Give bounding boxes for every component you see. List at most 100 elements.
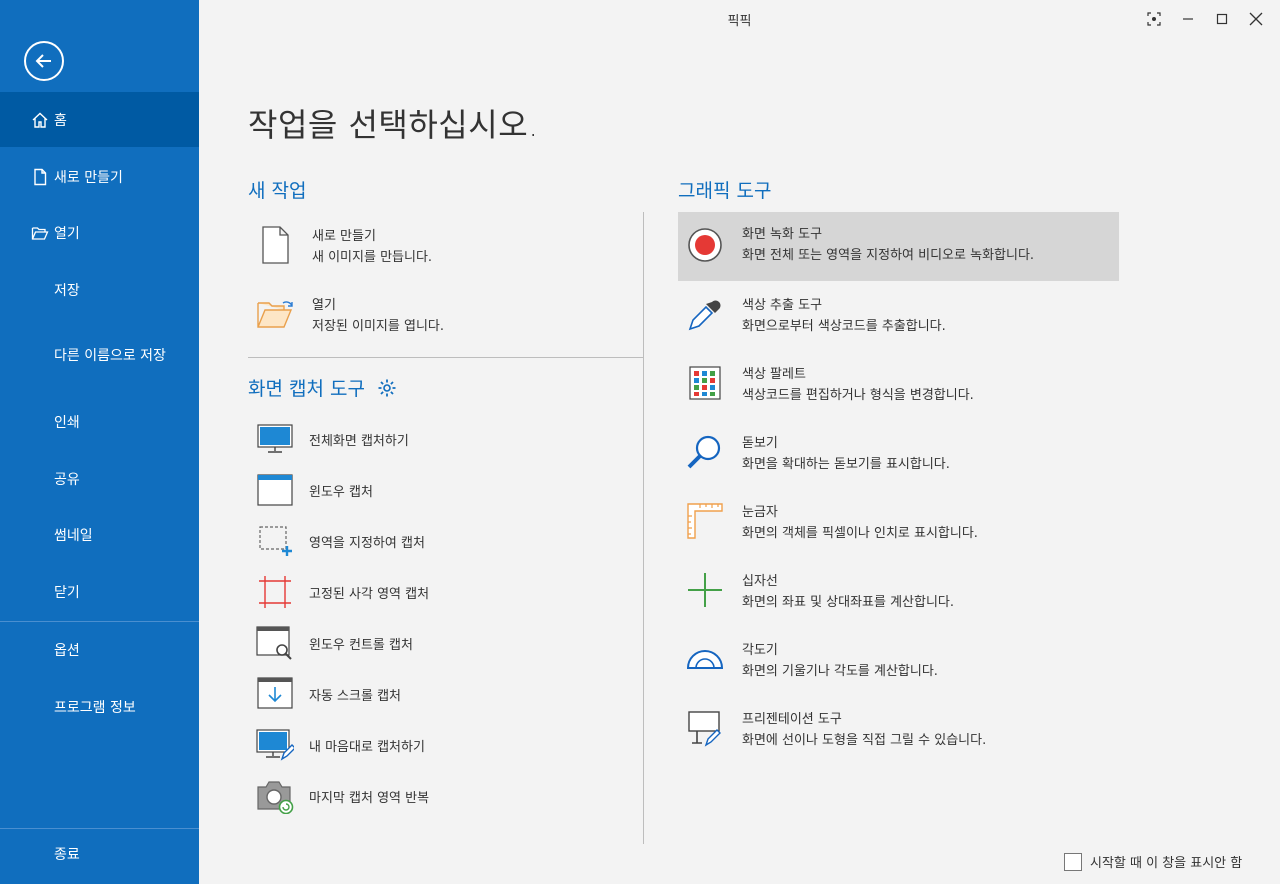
document-icon xyxy=(256,226,294,264)
back-button[interactable] xyxy=(24,41,64,81)
tool-name: 프리젠테이션 도구 xyxy=(742,712,842,727)
monitor-pen-icon xyxy=(256,728,294,762)
capture-window-control[interactable]: 윈도우 컨트롤 캡처 xyxy=(256,626,413,660)
capture-label: 내 마음대로 캡처하기 xyxy=(309,739,425,755)
tool-protractor[interactable]: 각도기 화면의 기울기나 각도를 계산합니다. xyxy=(686,640,1116,682)
sidebar-item-save-as[interactable]: 다른 이름으로 저장 xyxy=(0,328,199,382)
capture-region[interactable]: 영역을 지정하여 캡처 xyxy=(256,524,425,558)
capture-icon xyxy=(1147,12,1161,26)
capture-label: 윈도우 캡처 xyxy=(309,484,373,500)
capture-label: 전체화면 캡처하기 xyxy=(309,433,409,449)
folder-open-icon xyxy=(256,295,294,333)
capture-label: 마지막 캡처 영역 반복 xyxy=(309,790,430,806)
sidebar-item-options[interactable]: 옵션 xyxy=(0,623,199,677)
document-icon xyxy=(31,168,49,186)
fixed-region-icon xyxy=(256,575,294,609)
task-new-image[interactable]: 새로 만들기 새 이미지를 만듭니다. xyxy=(256,226,636,268)
tool-desc: 화면에 선이나 도형을 직접 그릴 수 있습니다. xyxy=(742,733,987,748)
capture-freehand[interactable]: 내 마음대로 캡처하기 xyxy=(256,728,425,762)
sidebar-item-label: 인쇄 xyxy=(54,415,80,431)
task-name: 새로 만들기 xyxy=(312,229,376,244)
minimize-button[interactable] xyxy=(1177,8,1199,30)
task-desc: 저장된 이미지를 엽니다. xyxy=(312,319,444,334)
tool-desc: 화면으로부터 색상코드를 추출합니다. xyxy=(742,319,946,334)
sidebar-item-label: 다른 이름으로 저장 xyxy=(54,348,166,364)
tool-magnifier[interactable]: 돋보기 화면을 확대하는 돋보기를 표시합니다. xyxy=(686,433,1116,475)
tool-name: 눈금자 xyxy=(742,505,778,520)
startup-checkbox-label: 시작할 때 이 창을 표시안 함 xyxy=(1090,856,1243,871)
gear-icon[interactable] xyxy=(377,378,397,398)
task-name: 열기 xyxy=(312,298,336,313)
palette-grid-icon xyxy=(686,364,724,402)
tool-color-palette[interactable]: 색상 팔레트 색상코드를 편집하거나 형식을 변경합니다. xyxy=(686,364,1116,406)
capture-window[interactable]: 윈도우 캡처 xyxy=(256,473,373,507)
capture-fixed-region[interactable]: 고정된 사각 영역 캡처 xyxy=(256,575,429,609)
tool-name: 각도기 xyxy=(742,643,778,658)
tool-presentation[interactable]: 프리젠테이션 도구 화면에 선이나 도형을 직접 그릴 수 있습니다. xyxy=(686,709,1116,751)
region-select-icon xyxy=(256,524,294,558)
sidebar-item-label: 홈 xyxy=(54,112,67,129)
sidebar-item-label: 프로그램 정보 xyxy=(54,700,136,716)
sidebar-item-label: 닫기 xyxy=(54,585,80,601)
tool-crosshair[interactable]: 십자선 화면의 좌표 및 상대좌표를 계산합니다. xyxy=(686,571,1116,613)
scroll-down-icon xyxy=(256,677,294,711)
sidebar-item-label: 저장 xyxy=(54,283,80,299)
camera-repeat-icon xyxy=(256,779,294,814)
eyedropper-icon xyxy=(686,295,724,333)
sidebar-item-share[interactable]: 공유 xyxy=(0,452,199,506)
capture-label: 윈도우 컨트롤 캡처 xyxy=(309,637,413,653)
maximize-button[interactable] xyxy=(1211,8,1233,30)
task-desc: 새 이미지를 만듭니다. xyxy=(312,250,433,265)
protractor-icon xyxy=(686,640,724,678)
task-open-image[interactable]: 열기 저장된 이미지를 엽니다. xyxy=(256,295,636,337)
sidebar-item-new[interactable]: 새로 만들기 xyxy=(0,150,199,204)
sidebar-item-open[interactable]: 열기 xyxy=(0,206,199,260)
tool-desc: 화면의 기울기나 각도를 계산합니다. xyxy=(742,664,938,679)
column-divider xyxy=(643,212,644,844)
capture-label: 고정된 사각 영역 캡처 xyxy=(309,586,430,602)
sidebar-item-label: 새로 만들기 xyxy=(54,170,123,186)
sidebar-item-close[interactable]: 닫기 xyxy=(0,565,199,619)
sidebar: 홈 새로 만들기 열기 저장 다른 이름으로 저장 인쇄 공유 썸네일 닫기 옵… xyxy=(0,0,199,884)
tool-desc: 화면의 좌표 및 상대좌표를 계산합니다. xyxy=(742,595,955,610)
title-bar: 픽픽 xyxy=(199,0,1280,36)
section-title-graphic: 그래픽 도구 xyxy=(678,180,772,202)
tool-desc: 색상코드를 편집하거나 형식을 변경합니다. xyxy=(742,388,974,403)
tool-screen-recorder[interactable]: 화면 녹화 도구 화면 전체 또는 영역을 지정하여 비디오로 녹화합니다. xyxy=(678,212,1119,281)
capture-fullscreen[interactable]: 전체화면 캡처하기 xyxy=(256,422,409,456)
close-button[interactable] xyxy=(1245,8,1267,30)
capture-button[interactable] xyxy=(1143,8,1165,30)
tool-desc: 화면의 객체를 픽셀이나 인치로 표시합니다. xyxy=(742,526,978,541)
window-icon xyxy=(256,473,294,507)
capture-repeat-last[interactable]: 마지막 캡처 영역 반복 xyxy=(256,779,430,814)
sidebar-item-label: 썸네일 xyxy=(54,528,93,544)
tool-desc: 화면을 확대하는 돋보기를 표시합니다. xyxy=(742,457,950,472)
sidebar-item-print[interactable]: 인쇄 xyxy=(0,395,199,449)
sidebar-item-exit[interactable]: 종료 xyxy=(0,829,199,879)
sidebar-item-about[interactable]: 프로그램 정보 xyxy=(0,680,199,734)
sidebar-item-label: 종료 xyxy=(54,847,80,863)
tool-color-picker[interactable]: 색상 추출 도구 화면으로부터 색상코드를 추출합니다. xyxy=(686,295,1116,337)
sidebar-item-thumbnail[interactable]: 썸네일 xyxy=(0,508,199,562)
section-title-capture-label: 화면 캡처 도구 xyxy=(248,378,365,400)
sidebar-item-save[interactable]: 저장 xyxy=(0,263,199,317)
tool-name: 십자선 xyxy=(742,574,778,589)
close-icon xyxy=(1249,12,1263,26)
tool-ruler[interactable]: 눈금자 화면의 객체를 픽셀이나 인치로 표시합니다. xyxy=(686,502,1116,544)
sidebar-item-home[interactable]: 홈 xyxy=(0,92,199,147)
folder-open-icon xyxy=(31,224,49,242)
dont-show-on-startup[interactable]: 시작할 때 이 창을 표시안 함 xyxy=(1064,852,1242,871)
section-title-capture: 화면 캡처 도구 xyxy=(248,374,397,401)
section-title-new-task: 새 작업 xyxy=(248,180,307,202)
startup-checkbox[interactable] xyxy=(1064,852,1082,871)
section-divider xyxy=(248,357,643,358)
tool-name: 색상 추출 도구 xyxy=(742,298,823,313)
tool-name: 색상 팔레트 xyxy=(742,367,806,382)
window-title: 픽픽 xyxy=(727,14,752,29)
capture-auto-scroll[interactable]: 자동 스크롤 캡처 xyxy=(256,677,401,711)
sidebar-divider xyxy=(0,621,199,622)
crosshair-icon xyxy=(686,571,724,609)
sidebar-item-label: 옵션 xyxy=(54,643,80,659)
tool-desc: 화면 전체 또는 영역을 지정하여 비디오로 녹화합니다. xyxy=(742,248,1035,263)
capture-label: 영역을 지정하여 캡처 xyxy=(309,535,425,551)
